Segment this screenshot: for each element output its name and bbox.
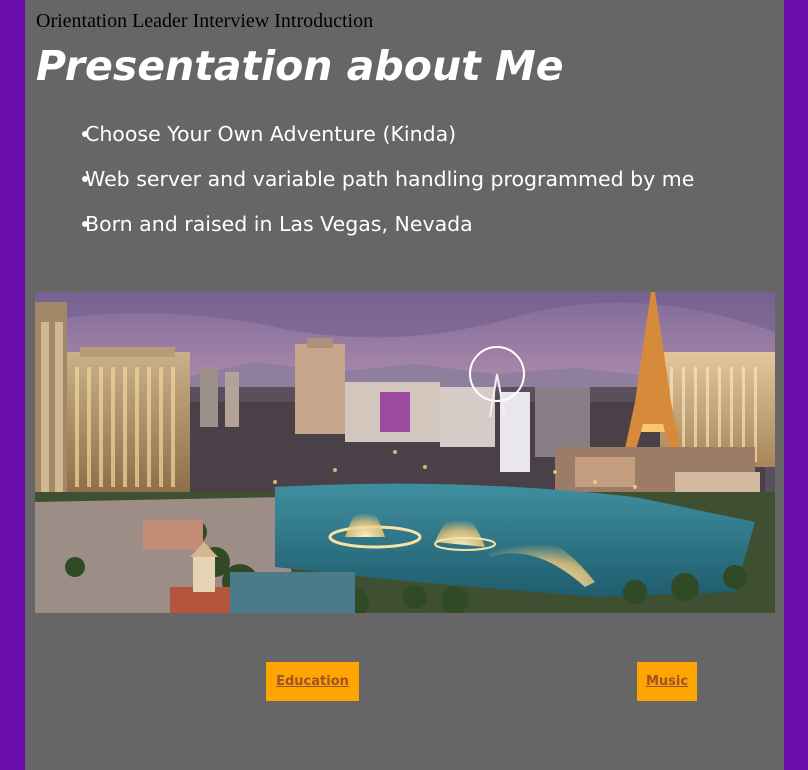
bullet-list: Choose Your Own Adventure (Kinda) Web se… [82, 118, 695, 253]
page-title: Orientation Leader Interview Introductio… [36, 10, 374, 32]
bullet-text: Born and raised in Las Vegas, Nevada [85, 212, 473, 236]
main-heading: Presentation about Me [36, 42, 564, 90]
page-container: Orientation Leader Interview Introductio… [25, 0, 784, 770]
list-item: Choose Your Own Adventure (Kinda) [82, 118, 693, 163]
list-item: Web server and variable path handling pr… [82, 163, 695, 208]
list-item: Born and raised in Las Vegas, Nevada [82, 208, 693, 253]
bullet-text: Choose Your Own Adventure (Kinda) [85, 122, 457, 146]
music-button[interactable]: Music [637, 662, 697, 701]
education-button[interactable]: Education [266, 662, 359, 701]
bullet-text: Web server and variable path handling pr… [85, 167, 695, 191]
las-vegas-photo [35, 292, 775, 613]
